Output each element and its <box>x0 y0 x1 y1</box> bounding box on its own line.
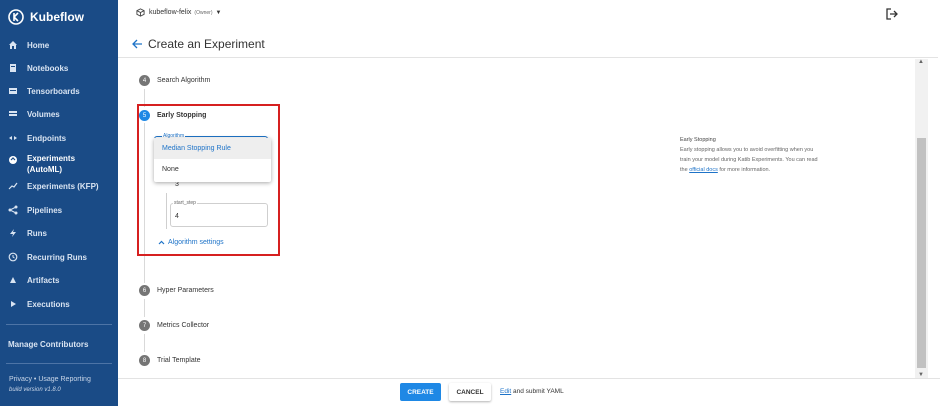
sidebar-item-artifacts[interactable]: Artifacts <box>0 269 118 291</box>
cancel-button[interactable]: CANCEL <box>449 383 491 401</box>
namespace-selector[interactable]: kubeflow-felix (Owner) ▼ <box>136 8 221 17</box>
sidebar-item-home[interactable]: Home <box>0 34 118 56</box>
help-title: Early Stopping <box>680 137 716 143</box>
logout-icon[interactable] <box>886 8 898 20</box>
build-version: build version v1.8.0 <box>9 387 61 393</box>
step-label: Trial Template <box>157 357 201 364</box>
sidebar-item-label: Runs <box>27 228 47 238</box>
play-icon <box>8 299 18 309</box>
highlight-box <box>137 104 280 256</box>
step-label: Hyper Parameters <box>157 287 214 294</box>
page-title: Create an Experiment <box>148 36 265 51</box>
usage-reporting-link[interactable]: Usage Reporting <box>38 376 91 383</box>
step-search-algorithm[interactable]: 4 Search Algorithm <box>139 75 210 86</box>
sidebar-item-endpoints[interactable]: Endpoints <box>0 127 118 149</box>
brand[interactable]: Kubeflow <box>8 7 84 27</box>
back-arrow-icon[interactable] <box>131 38 143 50</box>
sidebar-item-tensorboards[interactable]: Tensorboards <box>0 80 118 102</box>
sidebar-item-label: Experiments (AutoML) <box>27 154 76 174</box>
sidebar: Kubeflow Home Notebooks Tensorboards Vol… <box>0 0 118 406</box>
sidebar-item-label: Experiments (KFP) <box>27 181 99 191</box>
sidebar-item-label: Volumes <box>27 109 60 119</box>
vertical-scrollbar[interactable]: ▲ ▼ <box>915 59 928 378</box>
step-number: 6 <box>139 285 150 296</box>
brand-name: Kubeflow <box>30 10 84 24</box>
edit-yaml-text: Edit and submit YAML <box>500 388 564 395</box>
sidebar-item-label: Notebooks <box>27 63 69 73</box>
artifact-icon <box>8 275 18 285</box>
sidebar-item-experiments-kfp[interactable]: Experiments (KFP) <box>0 175 118 197</box>
step-label: Metrics Collector <box>157 322 210 329</box>
privacy-link[interactable]: Privacy <box>9 376 32 383</box>
help-panel: Early Stopping Early stopping allows you… <box>680 135 820 175</box>
sidebar-item-recurring-runs[interactable]: Recurring Runs <box>0 246 118 268</box>
sidebar-item-label: Executions <box>27 299 70 309</box>
sidebar-item-executions[interactable]: Executions <box>0 293 118 315</box>
step-connector <box>144 334 145 352</box>
sidebar-item-pipelines[interactable]: Pipelines <box>0 199 118 221</box>
help-text-part: for more information. <box>717 167 771 173</box>
step-number: 7 <box>139 320 150 331</box>
namespace-name: kubeflow-felix <box>149 9 192 16</box>
sidebar-item-label: Recurring Runs <box>27 252 88 262</box>
sidebar-item-label: Endpoints <box>27 133 67 143</box>
experiment-icon <box>8 155 18 165</box>
official-docs-link[interactable]: official docs <box>689 167 718 173</box>
scroll-up-arrow-icon[interactable]: ▲ <box>918 59 924 65</box>
sidebar-divider <box>6 324 112 325</box>
edit-link[interactable]: Edit <box>500 388 511 395</box>
home-icon <box>8 40 18 50</box>
sidebar-divider <box>6 363 112 364</box>
sidebar-item-experiments-automl[interactable]: Experiments (AutoML) <box>0 151 118 177</box>
chart-line-icon <box>8 181 18 191</box>
run-icon <box>8 228 18 238</box>
step-metrics-collector[interactable]: 7 Metrics Collector <box>139 320 209 331</box>
endpoint-icon <box>8 133 18 143</box>
step-number: 8 <box>139 355 150 366</box>
chevron-down-icon: ▼ <box>215 9 222 16</box>
sidebar-footer-links: Privacy • Usage Reporting <box>9 376 91 383</box>
pipeline-icon <box>8 205 18 215</box>
kubeflow-logo-icon <box>8 9 24 25</box>
app-root: Kubeflow Home Notebooks Tensorboards Vol… <box>0 0 940 406</box>
cube-icon <box>136 8 145 17</box>
sidebar-item-label: Artifacts <box>27 275 60 285</box>
sidebar-item-label: Home <box>27 40 50 50</box>
step-trial-template[interactable]: 8 Trial Template <box>139 355 201 366</box>
step-label: Search Algorithm <box>157 77 211 84</box>
step-connector <box>144 299 145 317</box>
page-header: Create an Experiment <box>118 30 938 58</box>
namespace-role: (Owner) <box>194 9 213 16</box>
sidebar-item-label: Tensorboards <box>27 86 80 96</box>
scrollbar-thumb[interactable] <box>917 138 926 368</box>
help-text: Early stopping allows you to avoid overf… <box>680 145 820 175</box>
sidebar-item-runs[interactable]: Runs <box>0 222 118 244</box>
sidebar-item-volumes[interactable]: Volumes <box>0 103 118 125</box>
volume-icon <box>8 109 18 119</box>
step-number: 4 <box>139 75 150 86</box>
create-button[interactable]: CREATE <box>400 383 441 401</box>
notebook-icon <box>8 63 18 73</box>
manage-contributors-link[interactable]: Manage Contributors <box>8 340 88 349</box>
step-hyper-parameters[interactable]: 6 Hyper Parameters <box>139 285 214 296</box>
top-bar: kubeflow-felix (Owner) ▼ <box>118 0 940 28</box>
action-bar: CREATE CANCEL Edit and submit YAML <box>118 378 940 406</box>
sidebar-item-notebooks[interactable]: Notebooks <box>0 57 118 79</box>
clock-icon <box>8 252 18 262</box>
tensorboard-icon <box>8 86 18 96</box>
submit-yaml-text: and submit YAML <box>511 388 564 395</box>
sidebar-item-label: Pipelines <box>27 205 63 215</box>
